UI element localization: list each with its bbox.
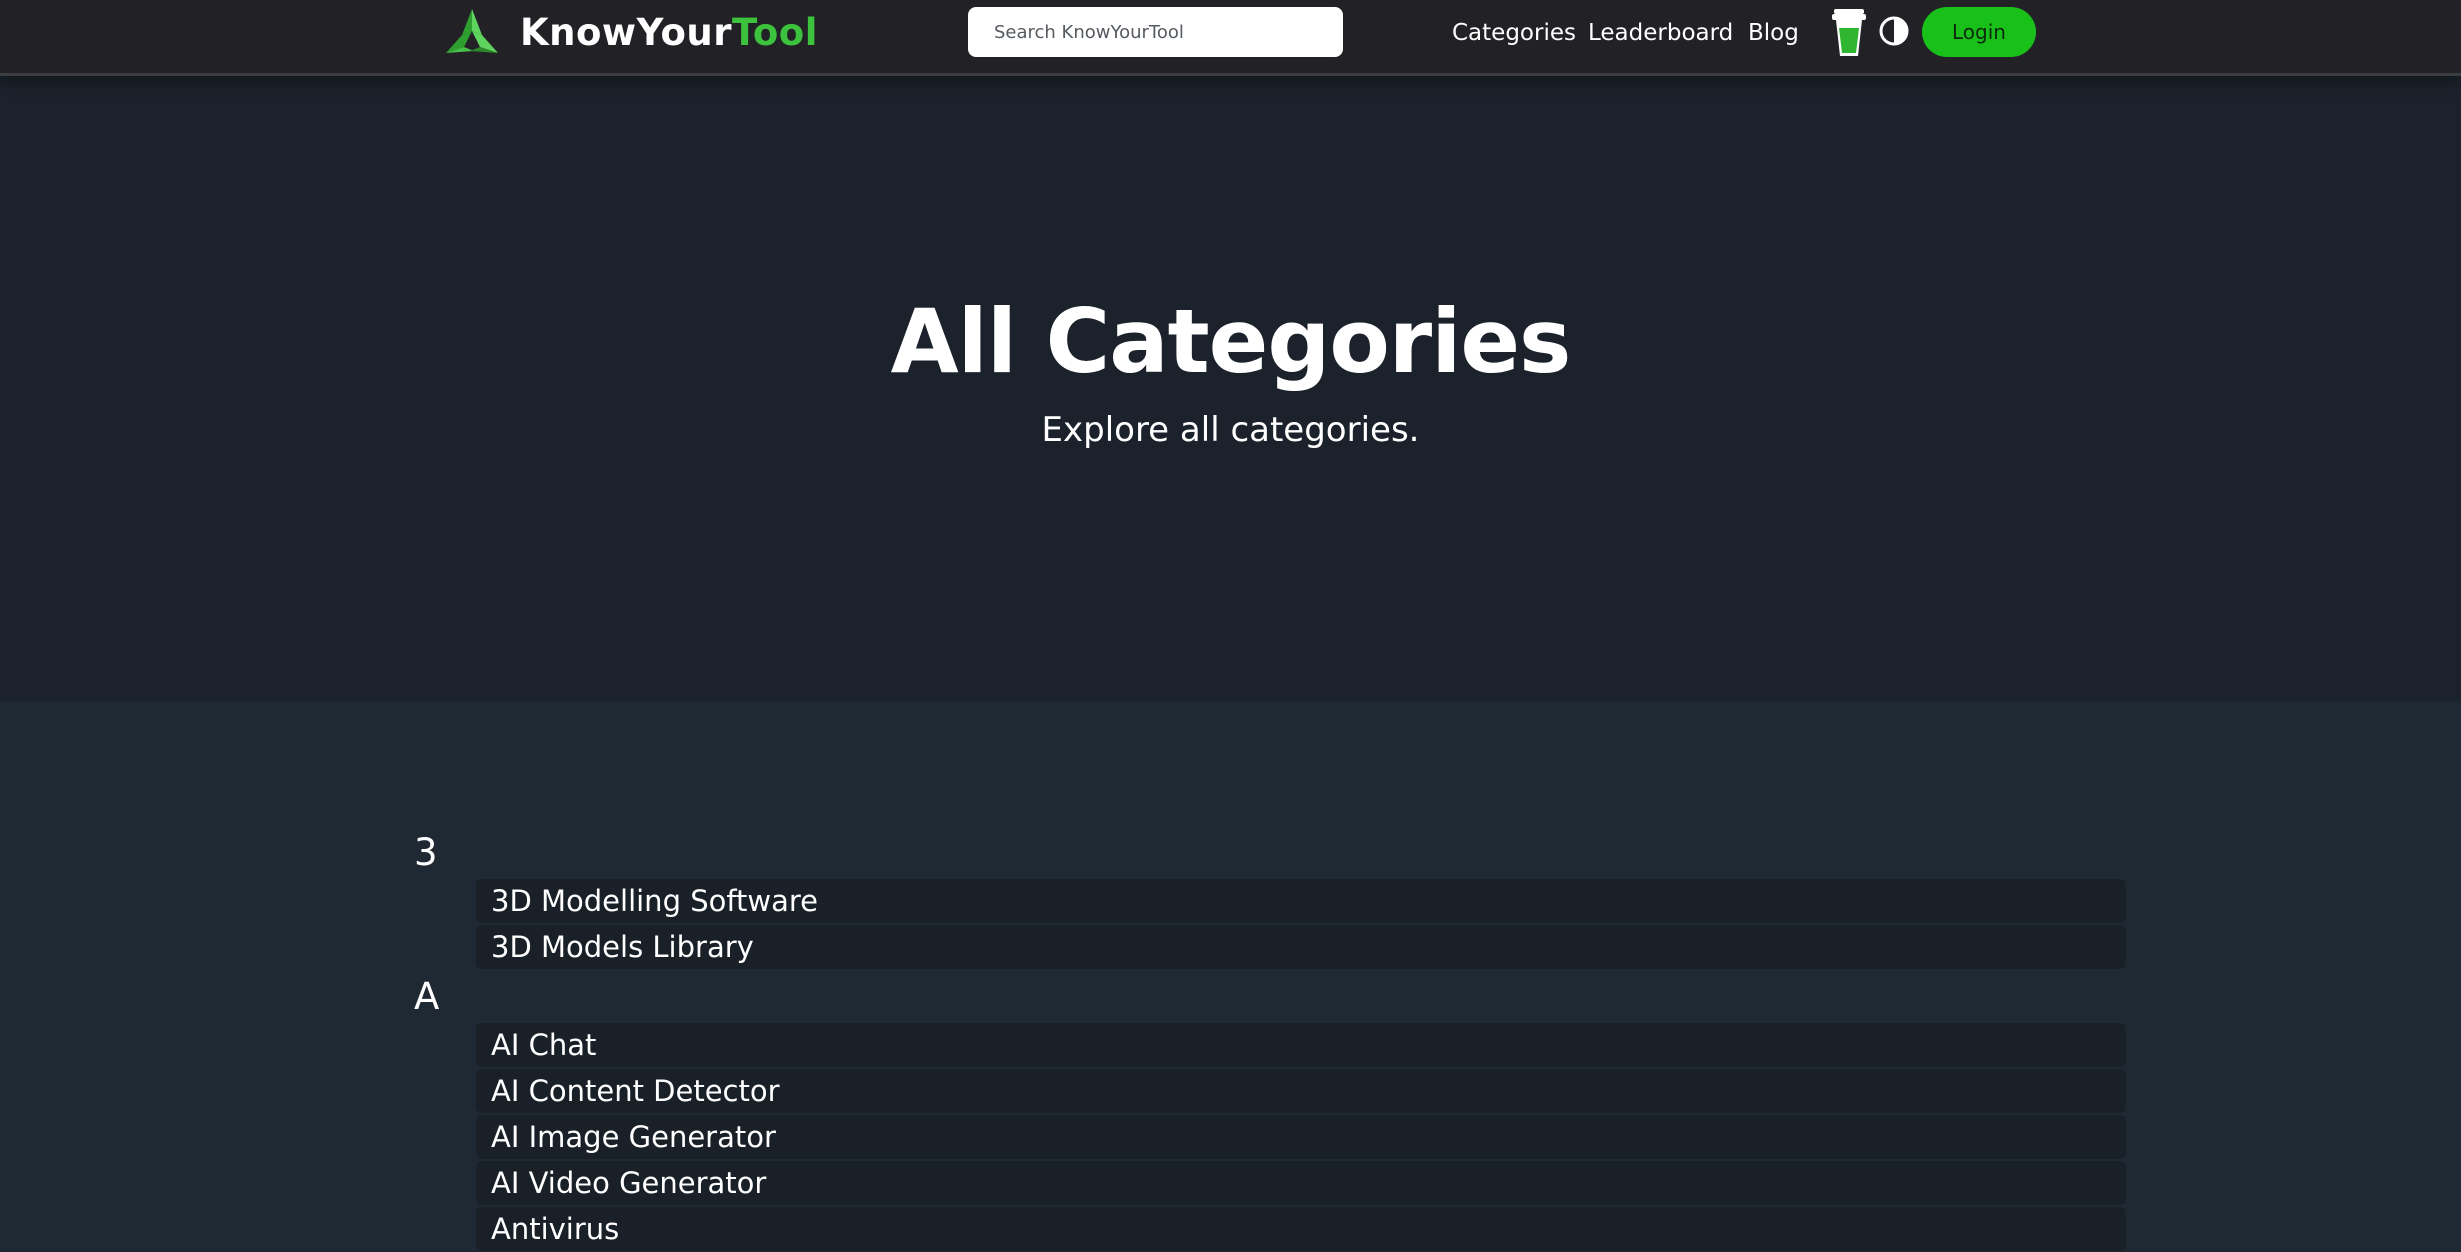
brand-home-link[interactable]: KnowYourTool [444,6,818,58]
category-item[interactable]: 3D Models Library [476,925,2126,969]
group-items: AI Chat AI Content Detector AI Image Gen… [476,1023,2126,1251]
group-letter: A [414,975,440,1018]
brand-name-part2: Tool [732,10,818,54]
category-item[interactable]: AI Chat [476,1023,2126,1067]
categories-list-section: 3 3D Modelling Software 3D Models Librar… [0,701,2461,1252]
category-group-a: A AI Chat AI Content Detector AI Image G… [414,971,2126,1251]
coffee-cup-icon[interactable] [1832,6,1866,58]
category-item[interactable]: 3D Modelling Software [476,879,2126,923]
brand-name: KnowYourTool [520,11,818,54]
hero-section: All Categories Explore all categories. [0,76,2461,701]
top-navbar: KnowYourTool Categories Leaderboard Blog… [0,0,2461,76]
category-item[interactable]: AI Content Detector [476,1069,2126,1113]
search-input[interactable] [968,7,1343,57]
categories-list: 3 3D Modelling Software 3D Models Librar… [414,827,2126,1252]
category-group-3: 3 3D Modelling Software 3D Models Librar… [414,827,2126,969]
login-button[interactable]: Login [1922,7,2036,57]
page-title: All Categories [890,290,1572,393]
knowyourtool-logo-icon [446,9,498,53]
nav-leaderboard-link[interactable]: Leaderboard [1588,20,1733,46]
nav-blog-link[interactable]: Blog [1748,20,1799,46]
group-letter: 3 [414,831,438,874]
category-item[interactable]: AI Image Generator [476,1115,2126,1159]
page-subtitle: Explore all categories. [1041,410,1420,450]
category-item[interactable]: Antivirus [476,1207,2126,1251]
category-item[interactable]: AI Video Generator [476,1161,2126,1205]
theme-toggle-icon[interactable] [1879,16,1909,46]
brand-name-part1: KnowYour [520,10,733,54]
nav-categories-link[interactable]: Categories [1452,20,1576,46]
group-items: 3D Modelling Software 3D Models Library [476,879,2126,969]
